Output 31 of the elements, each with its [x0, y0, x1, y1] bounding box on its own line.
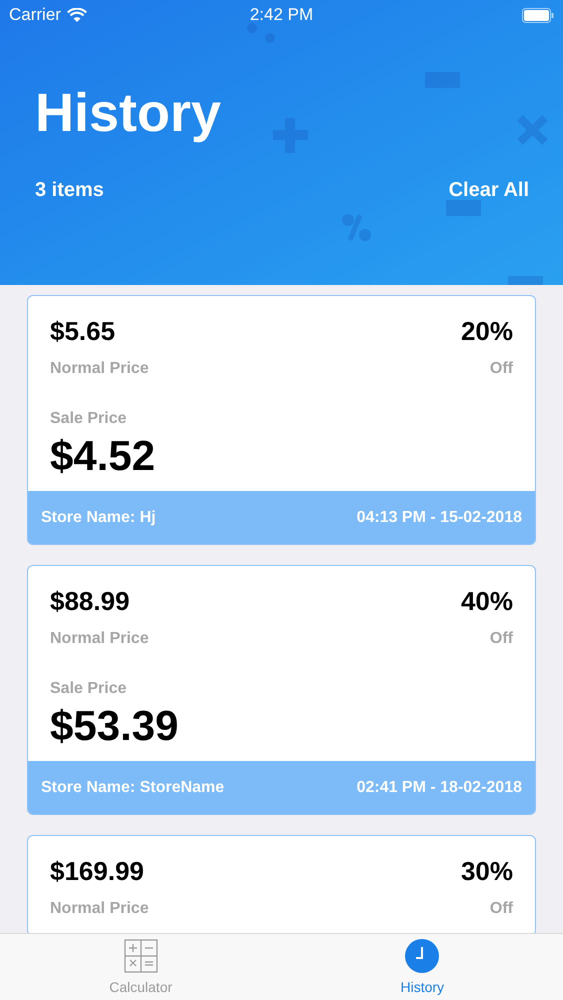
clock-time: 2:42 PM [250, 4, 314, 26]
discount-label: Off [490, 899, 513, 919]
clock-icon [405, 939, 440, 973]
carrier-name: Carrier [9, 4, 61, 26]
sale-price-label: Sale Price [50, 679, 126, 699]
sale-price: $4.52 [50, 435, 156, 477]
normal-price: $169.99 [50, 855, 145, 888]
calculator-icon [124, 939, 158, 973]
tab-item[interactable]: Calculator [0, 934, 282, 1000]
normal-price: $5.65 [50, 315, 116, 348]
discount-percent: 20% [460, 315, 513, 348]
timestamp: 04:13 PM - 15-02-2018 [356, 508, 522, 528]
normal-price-label: Normal Price [50, 629, 149, 649]
sale-price-label: Sale Price [50, 409, 126, 429]
discount-label: Off [490, 359, 513, 379]
tab-item[interactable]: History [282, 934, 563, 1000]
normal-price-label: Normal Price [50, 359, 149, 379]
discount-percent: 40% [460, 585, 513, 618]
store-name: Store Name: Hj [41, 508, 156, 528]
timestamp: 02:41 PM - 18-02-2018 [356, 778, 522, 798]
wifi-icon [66, 8, 87, 22]
normal-price-label: Normal Price [50, 899, 149, 919]
item-count: 3 items [35, 178, 104, 203]
sale-price: $53.39 [50, 705, 178, 747]
battery-icon [522, 8, 554, 22]
store-name: Store Name: StoreName [41, 778, 224, 798]
normal-price: $88.99 [50, 585, 131, 618]
discount-percent: 30% [460, 855, 513, 888]
clear-all-button[interactable]: Clear All [448, 175, 529, 205]
discount-label: Off [490, 629, 513, 649]
page-title: History [35, 86, 222, 140]
